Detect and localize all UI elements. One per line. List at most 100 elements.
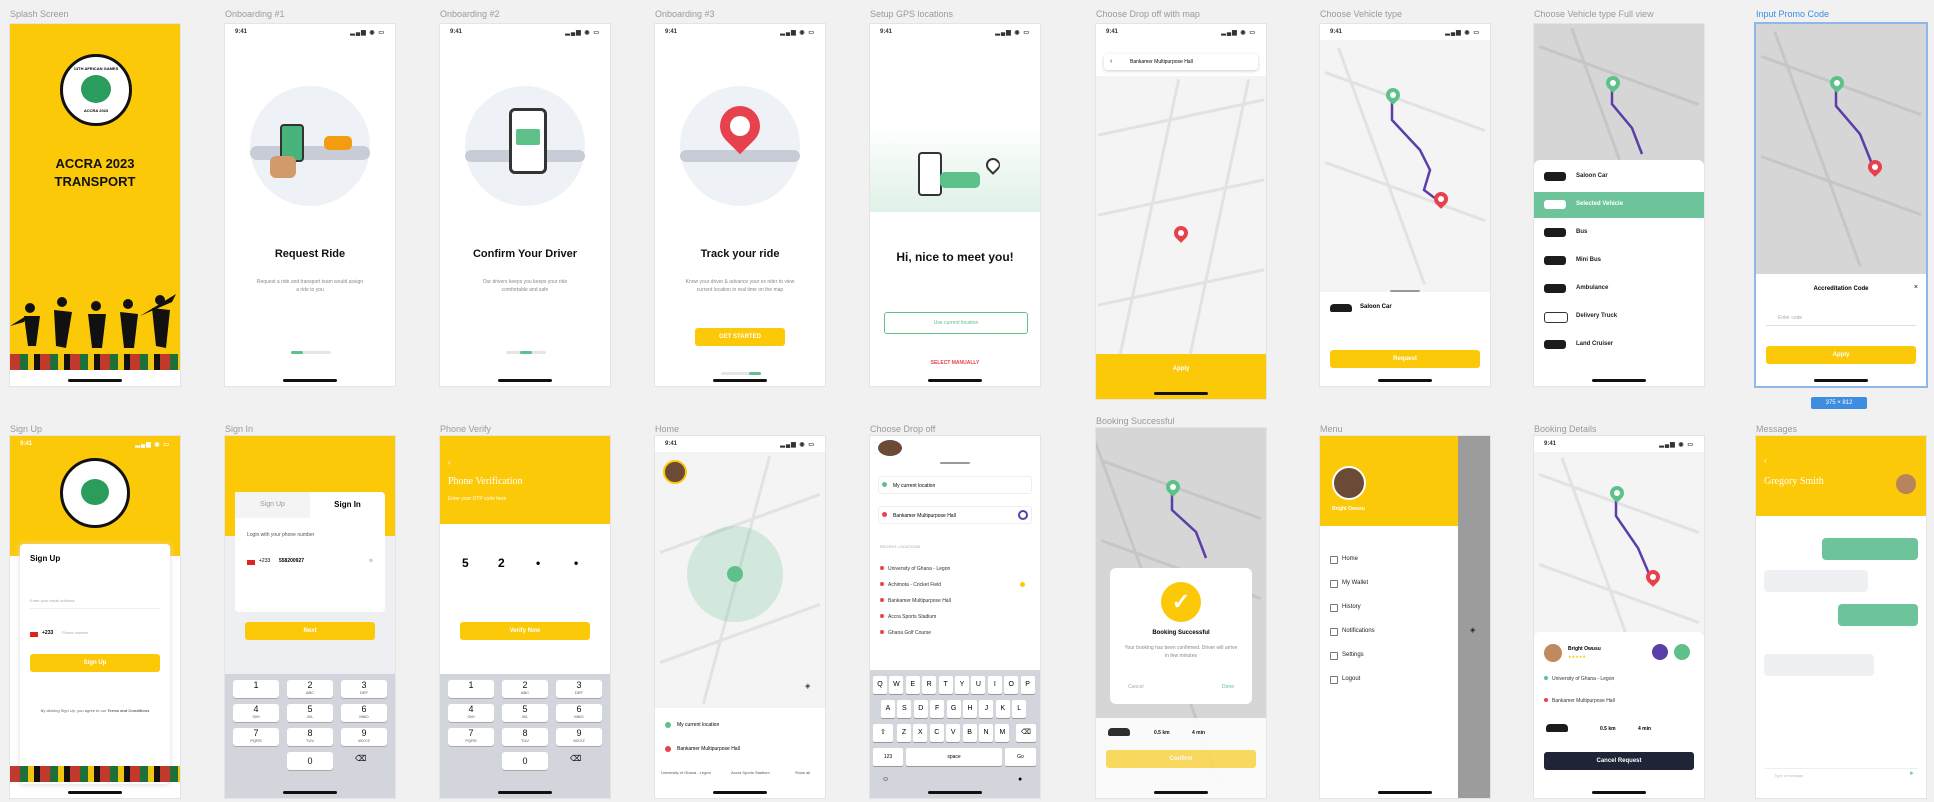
map-view[interactable] [1756, 24, 1926, 274]
cancel-button[interactable]: Cancel [1128, 684, 1144, 690]
key-d[interactable]: D [913, 700, 928, 718]
key-u[interactable]: U [971, 676, 986, 694]
drag-handle[interactable] [940, 462, 970, 464]
key-c[interactable]: C [929, 724, 944, 742]
key-9[interactable]: 9 WXYZ [341, 728, 387, 746]
key-q[interactable]: Q [873, 676, 887, 694]
signup-button[interactable]: Sign Up [30, 654, 160, 672]
key-r[interactable]: R [922, 676, 937, 694]
next-button[interactable]: Next [245, 622, 375, 640]
key-8[interactable]: 8 TUV [502, 728, 548, 746]
backspace-icon[interactable]: ⌫ [570, 754, 581, 763]
country-code[interactable]: +233 [259, 558, 270, 564]
key-f[interactable]: F [930, 700, 945, 718]
emoji-icon[interactable]: ☺ [882, 776, 889, 783]
key-a[interactable]: A [881, 700, 895, 718]
key-k[interactable]: K [995, 700, 1010, 718]
otp-digit-1[interactable]: 5 [462, 556, 469, 570]
apply-promo-button[interactable]: Apply [1766, 346, 1916, 364]
key-3[interactable]: 3 DEF [341, 680, 387, 698]
close-icon[interactable]: × [1914, 284, 1918, 291]
menu-item-wallet[interactable]: My Wallet [1329, 580, 1368, 588]
tab-sign-up[interactable]: Sign Up [235, 492, 310, 518]
use-current-location-button[interactable]: Use current location [884, 312, 1028, 334]
menu-item-home[interactable]: Home [1329, 556, 1358, 564]
locate-me-icon[interactable]: ◈ [1470, 626, 1475, 634]
numbers-key[interactable]: 123 [873, 748, 903, 766]
shortcut-tab[interactable]: University of Ghana - Legon [661, 770, 711, 775]
favorite-icon[interactable] [1020, 582, 1025, 587]
key-0[interactable]: 0 [287, 752, 333, 770]
key-o[interactable]: O [1004, 676, 1019, 694]
otp-digit-4[interactable]: • [574, 556, 578, 570]
back-arrow-icon[interactable]: ‹ [1764, 456, 1767, 465]
key-e[interactable]: E [905, 676, 920, 694]
request-button[interactable]: Request [1330, 350, 1480, 368]
tab-sign-in[interactable]: Sign In [310, 492, 385, 518]
key-w[interactable]: W [889, 676, 904, 694]
key-g[interactable]: G [946, 700, 961, 718]
microphone-icon[interactable]: ● [1018, 776, 1022, 783]
message-driver-icon[interactable] [1652, 644, 1668, 660]
menu-item-history[interactable]: History [1330, 604, 1361, 612]
key-n[interactable]: N [979, 724, 993, 742]
map-view[interactable] [1320, 40, 1490, 292]
vehicle-option[interactable]: Ambulance [1534, 276, 1704, 302]
otp-digit-2[interactable]: 2 [498, 556, 505, 570]
key-y[interactable]: Y [955, 676, 969, 694]
done-button[interactable]: Done [1222, 684, 1234, 690]
destination-search-input[interactable]: Bankamer Multipurpose Hall [1104, 54, 1258, 70]
key-5[interactable]: 5 JKL [287, 704, 333, 722]
go-key[interactable]: Go [1005, 748, 1036, 766]
drag-handle[interactable] [1390, 290, 1420, 292]
menu-item-notifications[interactable]: Notifications [1330, 628, 1375, 636]
key-v[interactable]: V [946, 724, 961, 742]
phone-input[interactable]: Phone number [62, 630, 88, 635]
key-z[interactable]: Z [897, 724, 911, 742]
otp-digit-3[interactable]: • [536, 556, 540, 570]
key-1[interactable]: 1 [448, 680, 494, 698]
back-arrow-icon[interactable]: ‹ [448, 458, 451, 467]
key-1[interactable]: 1 [233, 680, 279, 698]
key-p[interactable]: P [1020, 676, 1035, 694]
destination-input[interactable]: Bankamer Multipurpose Hall [878, 506, 1032, 524]
shortcut-tab[interactable]: Accra Sports Stadium [731, 770, 770, 775]
key-m[interactable]: M [995, 724, 1010, 742]
key-i[interactable]: I [987, 676, 1002, 694]
phone-input[interactable]: 558200927 [279, 558, 304, 564]
vehicle-name[interactable]: Saloon Car [1360, 304, 1392, 310]
key-3[interactable]: 3 DEF [556, 680, 602, 698]
call-driver-icon[interactable] [1674, 644, 1690, 660]
recent-location[interactable]: Ghana Golf Course [880, 630, 931, 636]
key-h[interactable]: H [963, 700, 977, 718]
vehicle-option[interactable]: Delivery Truck [1534, 304, 1704, 330]
key-7[interactable]: 7 PQRS [448, 728, 494, 746]
key-0[interactable]: 0 [502, 752, 548, 770]
avatar[interactable] [878, 440, 902, 456]
contact-avatar[interactable] [1896, 474, 1916, 494]
menu-item-settings[interactable]: Settings [1330, 652, 1364, 660]
map-view[interactable] [1534, 452, 1704, 648]
email-input[interactable]: Enter your email address [30, 594, 160, 609]
key-5[interactable]: 5 JKL [502, 704, 548, 722]
avatar[interactable] [663, 460, 687, 484]
dimmed-map[interactable]: ◈ [1458, 436, 1490, 798]
add-stop-icon[interactable] [1018, 510, 1028, 520]
key-6[interactable]: 6 MNO [556, 704, 602, 722]
vehicle-option[interactable]: Mini Bus [1534, 248, 1704, 274]
key-7[interactable]: 7 PQRS [233, 728, 279, 746]
cancel-request-button[interactable]: Cancel Request [1544, 752, 1694, 770]
key-l[interactable]: L [1012, 700, 1027, 718]
recent-location[interactable]: Bankamer Multipurpose Hall [880, 598, 951, 604]
vehicle-option-selected[interactable]: Selected Vehicle [1534, 192, 1704, 218]
message-input[interactable]: Type a message [1764, 768, 1918, 782]
vehicle-option[interactable]: Saloon Car [1534, 164, 1704, 190]
apply-button[interactable]: Apply [1096, 366, 1266, 372]
map-view[interactable]: ◈ [1096, 76, 1266, 376]
key-2[interactable]: 2 ABC [287, 680, 333, 698]
recent-location[interactable]: Achimota - Cricket Field [880, 582, 941, 588]
recent-location[interactable]: Accra Sports Stadium [880, 614, 936, 620]
key-4[interactable]: 4 GHI [448, 704, 494, 722]
key-4[interactable]: 4 GHI [233, 704, 279, 722]
backspace-key[interactable]: ⌫ [1016, 724, 1036, 742]
